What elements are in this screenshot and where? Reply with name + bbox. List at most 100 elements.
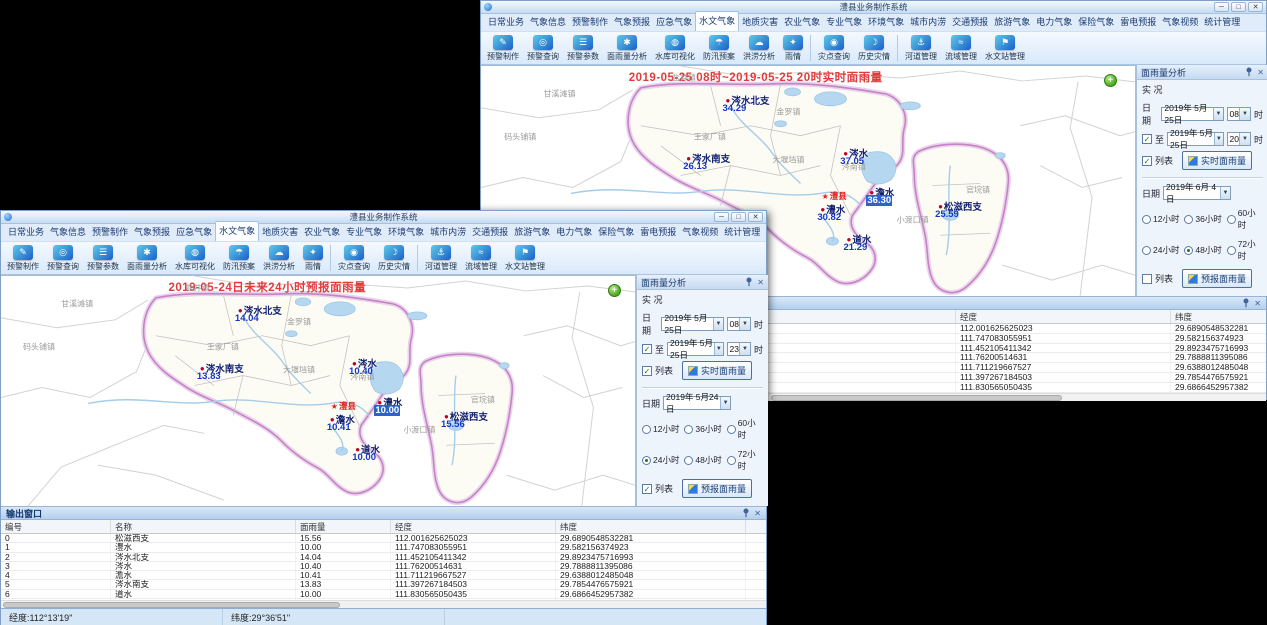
tab-城市内涝[interactable]: 城市内涝: [427, 223, 469, 241]
tool-历史灾情[interactable]: ☽历史灾情: [374, 243, 414, 273]
pin-icon[interactable]: [742, 508, 750, 518]
horizontal-scrollbar[interactable]: [1, 600, 766, 608]
live-hour-select[interactable]: 08▼: [727, 317, 751, 331]
map-zoom-button[interactable]: +: [1104, 74, 1117, 87]
table-row[interactable]: 3涔水10.40111.7620051463129.7888811395086: [1, 562, 766, 571]
tab-统计管理[interactable]: 统计管理: [721, 223, 763, 241]
tool-预警查询[interactable]: ◎预警查询: [523, 33, 563, 63]
live-rainfall-button[interactable]: 实时面雨量: [1182, 151, 1252, 170]
tab-气象信息[interactable]: 气象信息: [527, 13, 569, 31]
output-close-icon[interactable]: ✕: [754, 509, 761, 518]
live-hour-select[interactable]: 08▼: [1227, 107, 1251, 121]
tab-保险气象[interactable]: 保险气象: [595, 223, 637, 241]
forecast-list-checkbox[interactable]: ✓: [642, 484, 652, 494]
tool-预警参数[interactable]: ☰预警参数: [563, 33, 603, 63]
tool-预警参数[interactable]: ☰预警参数: [83, 243, 123, 273]
duration-radio-72小时[interactable]: 72小时: [1227, 238, 1263, 262]
pin-icon[interactable]: [1245, 67, 1253, 77]
tab-旅游气象[interactable]: 旅游气象: [511, 223, 553, 241]
tab-气象视频[interactable]: 气象视频: [679, 223, 721, 241]
map-zoom-button[interactable]: +: [608, 284, 621, 297]
tab-水文气象[interactable]: 水文气象: [695, 11, 739, 31]
tab-日常业务[interactable]: 日常业务: [485, 13, 527, 31]
output-close-icon[interactable]: ✕: [1254, 299, 1261, 308]
tool-面雨量分析[interactable]: ✱面雨量分析: [123, 243, 171, 273]
tool-面雨量分析[interactable]: ✱面雨量分析: [603, 33, 651, 63]
tool-河道管理[interactable]: ⚓河道管理: [901, 33, 941, 63]
maximize-button[interactable]: □: [731, 212, 746, 222]
tab-农业气象[interactable]: 农业气象: [301, 223, 343, 241]
tool-洪涝分析[interactable]: ☁洪涝分析: [259, 243, 299, 273]
tab-雷电预报[interactable]: 雷电预报: [1117, 13, 1159, 31]
tool-预警制作[interactable]: ✎预警制作: [483, 33, 523, 63]
tab-交通预报[interactable]: 交通预报: [949, 13, 991, 31]
duration-radio-36小时[interactable]: 36小时: [1184, 207, 1226, 231]
duration-radio-36小时[interactable]: 36小时: [684, 417, 726, 441]
to-checkbox[interactable]: ✓: [642, 344, 652, 354]
table-row[interactable]: 0松滋西支15.56112.00162562502329.68905485322…: [1, 534, 766, 543]
to-date-select[interactable]: 2019年 5月25日▼: [1167, 132, 1224, 146]
tool-雨情[interactable]: ✦雨情: [299, 243, 327, 273]
table-row[interactable]: 4澹水10.41111.71121966752729.6388012485048: [1, 571, 766, 580]
tool-水库可视化[interactable]: ◍水库可视化: [651, 33, 699, 63]
tool-洪涝分析[interactable]: ☁洪涝分析: [739, 33, 779, 63]
tab-地质灾害[interactable]: 地质灾害: [259, 223, 301, 241]
duration-radio-60小时[interactable]: 60小时: [727, 417, 763, 441]
tab-应急气象[interactable]: 应急气象: [173, 223, 215, 241]
tool-防汛预案[interactable]: ☂防汛预案: [699, 33, 739, 63]
duration-radio-12小时[interactable]: 12小时: [642, 417, 684, 441]
to-date-select[interactable]: 2019年 5月25日▼: [667, 342, 724, 356]
to-hour-select[interactable]: 23▼: [727, 342, 751, 356]
tab-雷电预报[interactable]: 雷电预报: [637, 223, 679, 241]
live-list-checkbox[interactable]: ✓: [1142, 156, 1152, 166]
tool-灾点查询[interactable]: ◉灾点查询: [334, 243, 374, 273]
close-button[interactable]: ✕: [748, 212, 763, 222]
tool-流域管理[interactable]: ≈流域管理: [461, 243, 501, 273]
forecast-rainfall-button[interactable]: 预报面雨量: [1182, 269, 1252, 288]
pin-icon[interactable]: [745, 277, 753, 287]
tool-雨情[interactable]: ✦雨情: [779, 33, 807, 63]
minimize-button[interactable]: ─: [714, 212, 729, 222]
tab-地质灾害[interactable]: 地质灾害: [739, 13, 781, 31]
forecast-date-select[interactable]: 2019年 6月 4日▼: [1163, 186, 1231, 200]
tab-电力气象[interactable]: 电力气象: [553, 223, 595, 241]
close-button[interactable]: ✕: [1248, 2, 1263, 12]
table-row[interactable]: 6道水10.00111.83056505043529.6866452957382: [1, 590, 766, 599]
table-row[interactable]: 2涔水北支14.04111.45210541134229.89234757169…: [1, 553, 766, 562]
tool-历史灾情[interactable]: ☽历史灾情: [854, 33, 894, 63]
forecast-list-checkbox[interactable]: [1142, 274, 1152, 284]
duration-radio-72小时[interactable]: 72小时: [727, 448, 763, 472]
tab-城市内涝[interactable]: 城市内涝: [907, 13, 949, 31]
minimize-button[interactable]: ─: [1214, 2, 1229, 12]
tab-保险气象[interactable]: 保险气象: [1075, 13, 1117, 31]
to-hour-select[interactable]: 20▼: [1227, 132, 1251, 146]
live-list-checkbox[interactable]: ✓: [642, 366, 652, 376]
tab-环境气象[interactable]: 环境气象: [865, 13, 907, 31]
tab-专业气象[interactable]: 专业气象: [343, 223, 385, 241]
map-canvas[interactable]: 2019-05-24日未来24小时预报面雨量 ★澧县 甘溪滩镇盐井镇金罗镇码头铺…: [1, 275, 635, 506]
table-row[interactable]: 1澧水10.00111.74708305595129.582156374923: [1, 543, 766, 552]
duration-radio-24小时[interactable]: 24小时: [642, 448, 684, 472]
duration-radio-48小时[interactable]: 48小时: [684, 448, 726, 472]
to-checkbox[interactable]: ✓: [1142, 134, 1152, 144]
tab-旅游气象[interactable]: 旅游气象: [991, 13, 1033, 31]
tool-水库可视化[interactable]: ◍水库可视化: [171, 243, 219, 273]
pin-icon[interactable]: [1242, 298, 1250, 308]
panel-header[interactable]: 面雨量分析 ✕: [1137, 65, 1267, 80]
tool-流域管理[interactable]: ≈流域管理: [941, 33, 981, 63]
scrollbar-thumb[interactable]: [771, 395, 1061, 401]
tab-专业气象[interactable]: 专业气象: [823, 13, 865, 31]
tab-气象预报[interactable]: 气象预报: [131, 223, 173, 241]
tab-预警制作[interactable]: 预警制作: [569, 13, 611, 31]
tab-日常业务[interactable]: 日常业务: [5, 223, 47, 241]
tool-水文站管理[interactable]: ⚑水文站管理: [501, 243, 549, 273]
tab-统计管理[interactable]: 统计管理: [1201, 13, 1243, 31]
tab-电力气象[interactable]: 电力气象: [1033, 13, 1075, 31]
duration-radio-24小时[interactable]: 24小时: [1142, 238, 1184, 262]
live-date-select[interactable]: 2019年 5月25日▼: [1161, 107, 1223, 121]
tab-气象视频[interactable]: 气象视频: [1159, 13, 1201, 31]
duration-radio-12小时[interactable]: 12小时: [1142, 207, 1184, 231]
panel-close-icon[interactable]: ✕: [1257, 68, 1264, 77]
live-rainfall-button[interactable]: 实时面雨量: [682, 361, 752, 380]
forecast-date-select[interactable]: 2019年 5月24日▼: [663, 396, 731, 410]
